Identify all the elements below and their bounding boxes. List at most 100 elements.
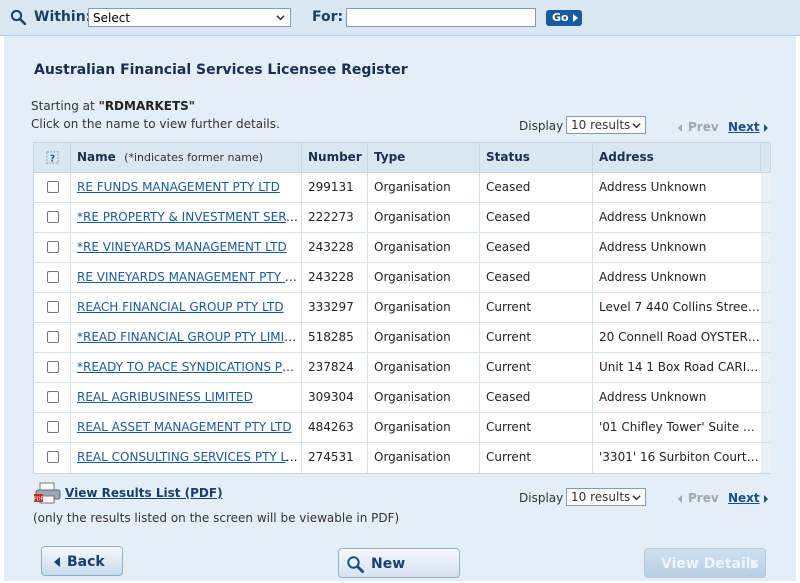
for-input[interactable] [346, 8, 536, 27]
table-row: REAL AGRIBUSINESS LIMITED 309304 Organisat… [34, 383, 771, 413]
licensee-name-link[interactable]: RE VINEYARDS MANAGEMENT PTY LTD [77, 270, 301, 284]
next-link-bottom[interactable]: Next [728, 491, 760, 505]
back-button-label: Back [67, 554, 105, 570]
scrollbar-track[interactable] [761, 203, 771, 232]
scrollbar-track[interactable] [761, 143, 771, 172]
within-select[interactable]: Select [88, 8, 291, 27]
arrow-right-icon [751, 559, 757, 569]
licensee-name-link[interactable]: REAL AGRIBUSINESS LIMITED [77, 390, 253, 404]
licensee-name-link[interactable]: *READY TO PACE SYNDICATIONS PTY LTD [77, 360, 301, 374]
row-type: Organisation [368, 173, 480, 202]
scrollbar-track[interactable] [761, 293, 771, 322]
row-type: Organisation [368, 233, 480, 262]
row-select-cell [34, 173, 71, 202]
licensee-name-link[interactable]: RE FUNDS MANAGEMENT PTY LTD [77, 180, 280, 194]
row-type: Organisation [368, 413, 480, 442]
licensee-name-link[interactable]: *RE VINEYARDS MANAGEMENT LTD [77, 240, 287, 254]
row-status: Current [480, 353, 593, 382]
row-select-cell [34, 413, 71, 442]
table-header: ? Name (*indicates former name) Number T… [34, 143, 771, 173]
header-type: Type [368, 143, 480, 172]
licensee-name-link[interactable]: REACH FINANCIAL GROUP PTY LTD [77, 300, 284, 314]
next-arrow-icon [764, 124, 768, 132]
row-checkbox[interactable] [47, 211, 59, 223]
chevron-down-icon [632, 495, 641, 501]
prev-arrow-icon [678, 495, 682, 503]
row-name-cell: REAL CONSULTING SERVICES PTY LTD [71, 443, 302, 473]
display-label: Display [519, 491, 564, 505]
table-row: *RE PROPERTY & INVESTMENT SERVICES PTY L… [34, 203, 771, 233]
row-checkbox[interactable] [47, 181, 59, 193]
scrollbar-track[interactable] [761, 173, 771, 202]
licensee-name-link[interactable]: REAL CONSULTING SERVICES PTY LTD [77, 450, 301, 464]
row-checkbox[interactable] [47, 361, 59, 373]
arrow-left-icon [54, 557, 60, 567]
row-type: Organisation [368, 293, 480, 322]
instruction-text: Click on the name to view further detail… [31, 117, 280, 131]
table-row: REAL CONSULTING SERVICES PTY LTD 274531 Or… [34, 443, 771, 473]
row-status: Ceased [480, 173, 593, 202]
scrollbar-track[interactable] [761, 233, 771, 262]
go-button[interactable]: Go [546, 10, 582, 26]
row-type: Organisation [368, 203, 480, 232]
licensee-name-link[interactable]: REAL ASSET MANAGEMENT PTY LTD [77, 420, 292, 434]
row-status: Current [480, 323, 593, 352]
results-per-page-select-top[interactable]: 10 results [566, 116, 646, 134]
row-type: Organisation [368, 353, 480, 382]
help-icon[interactable]: ? [45, 150, 60, 165]
licensee-name-link[interactable]: *READ FINANCIAL GROUP PTY LIMITED [77, 330, 301, 344]
back-button[interactable]: Back [41, 546, 123, 576]
row-name-cell: REAL AGRIBUSINESS LIMITED [71, 383, 302, 412]
scrollbar-track[interactable] [761, 383, 771, 412]
row-status: Current [480, 443, 593, 473]
scrollbar-track[interactable] [761, 263, 771, 292]
page-title: Australian Financial Services Licensee R… [34, 62, 408, 78]
prev-link-top[interactable]: Prev [688, 120, 719, 134]
starting-at-value: "RDMARKETS" [98, 99, 196, 113]
scrollbar-track[interactable] [761, 323, 771, 352]
go-button-label: Go [552, 11, 569, 24]
row-checkbox[interactable] [47, 451, 59, 463]
row-name-cell: RE VINEYARDS MANAGEMENT PTY LTD [71, 263, 302, 292]
row-number: 309304 [302, 383, 368, 412]
licensee-name-link[interactable]: *RE PROPERTY & INVESTMENT SERVICES PTY L… [77, 210, 301, 224]
row-select-cell [34, 203, 71, 232]
row-type: Organisation [368, 443, 480, 473]
row-name-cell: REAL ASSET MANAGEMENT PTY LTD [71, 413, 302, 442]
scrollbar-track[interactable] [761, 413, 771, 442]
row-address: Level 7 440 Collins Street MELBOURNE [599, 300, 761, 314]
header-address: Address [593, 143, 761, 172]
view-results-pdf-link[interactable]: View Results List (PDF) [65, 486, 223, 500]
next-link-top[interactable]: Next [728, 120, 760, 134]
row-select-cell [34, 443, 71, 473]
chevron-down-icon [276, 15, 285, 21]
prev-link-bottom[interactable]: Prev [688, 491, 719, 505]
row-status: Ceased [480, 263, 593, 292]
table-row: REACH FINANCIAL GROUP PTY LTD 333297 Organ… [34, 293, 771, 323]
scrollbar-track[interactable] [761, 353, 771, 382]
row-checkbox[interactable] [47, 391, 59, 403]
row-checkbox[interactable] [47, 241, 59, 253]
scrollbar-track[interactable] [761, 443, 771, 473]
table-row: *RE VINEYARDS MANAGEMENT LTD 243228 Organi… [34, 233, 771, 263]
row-name-cell: *READY TO PACE SYNDICATIONS PTY LTD [71, 353, 302, 382]
row-status: Ceased [480, 233, 593, 262]
table-row: RE FUNDS MANAGEMENT PTY LTD 299131 Organis… [34, 173, 771, 203]
within-select-value: Select [93, 11, 131, 25]
row-name-cell: *RE VINEYARDS MANAGEMENT LTD [71, 233, 302, 262]
row-checkbox[interactable] [47, 271, 59, 283]
row-checkbox[interactable] [47, 301, 59, 313]
view-details-button[interactable]: View Details [644, 548, 766, 578]
table-row: *READ FINANCIAL GROUP PTY LIMITED 518285 O… [34, 323, 771, 353]
row-type: Organisation [368, 323, 480, 352]
new-search-button[interactable]: New Search [338, 548, 460, 578]
table-row: RE VINEYARDS MANAGEMENT PTY LTD 243228 Org… [34, 263, 771, 293]
row-address: Address Unknown [599, 180, 707, 194]
header-name: Name (*indicates former name) [71, 143, 302, 172]
row-checkbox[interactable] [47, 421, 59, 433]
row-checkbox[interactable] [47, 331, 59, 343]
row-number: 243228 [302, 233, 368, 262]
display-control-bottom: Display 10 results [519, 488, 646, 506]
row-address: Address Unknown [599, 240, 707, 254]
results-per-page-select-bottom[interactable]: 10 results [566, 488, 646, 506]
